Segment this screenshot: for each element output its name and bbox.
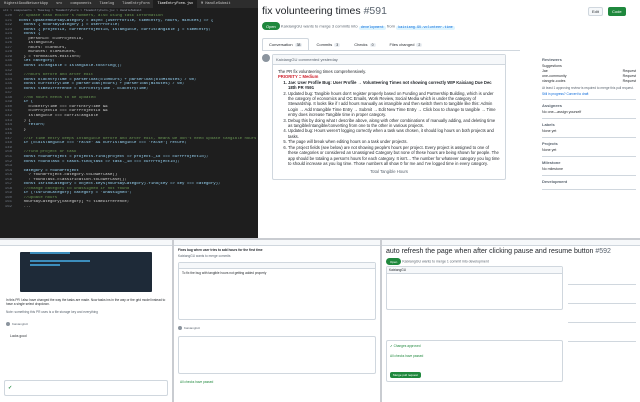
assignees-value[interactable]: No one—assign yourself: [542, 110, 636, 115]
pr-title-text: fix volunteering times: [262, 5, 361, 17]
editor-tab[interactable]: HighestGoodNetworkApp: [0, 0, 52, 8]
bug-list-item: The project fields (see below) are not s…: [288, 145, 500, 167]
avatar[interactable]: [6, 322, 10, 326]
pr-meta: Open KaixiangGU wants to merge 1 commit …: [382, 257, 640, 266]
projects-value: None yet: [542, 148, 557, 152]
avatar[interactable]: [178, 326, 182, 330]
check-icon: ✓: [8, 385, 13, 391]
editor-tab[interactable]: M HandleSubmit: [197, 0, 234, 8]
bug-list-item: Updated bug: Tangible hours don't regist…: [288, 91, 500, 118]
comment-box: To fix the bug with tangible hours not g…: [178, 262, 376, 320]
projects-heading[interactable]: Projects: [542, 141, 636, 146]
development-heading[interactable]: Development: [542, 179, 636, 184]
bug-list-item: Jae: User Profile Bug: User Profile → Vo…: [288, 80, 500, 91]
comment-header: KaixiangGU commented yesterday: [273, 55, 505, 65]
pr-sidebar: Reviewers Suggestions Jae Request one-commu…: [542, 54, 636, 190]
pr-screenshot-panel-left: In this PR I also have changed the way t…: [0, 240, 172, 402]
checks-status: All checks have passed: [180, 380, 214, 384]
editor-tab[interactable]: TimeEntryForm: [118, 0, 153, 8]
comment-box: KaixiangGU: [386, 266, 563, 310]
editor-tab[interactable]: src: [52, 0, 66, 8]
code-button[interactable]: Code: [608, 7, 626, 16]
pr-screenshot-panel-middle: Fixes bug when user tries to add hours f…: [174, 240, 380, 402]
tab-commits[interactable]: Commits 3: [309, 38, 347, 50]
comment-body: The PR fix volunteering times comprehens…: [273, 65, 505, 179]
comment-text: In this PR I also have changed the way t…: [6, 298, 166, 306]
tab-count: 3: [334, 43, 341, 47]
tab-label: Commits: [316, 42, 333, 47]
embedded-screenshot: [20, 252, 152, 292]
review-comment: Looks good: [10, 334, 27, 338]
comment-body: To fix the bug with tangible hours not g…: [182, 271, 267, 275]
tab-label: Files changed: [389, 42, 415, 47]
base-branch[interactable]: development: [358, 25, 386, 30]
tab-files-changed[interactable]: Files changed 2: [383, 38, 430, 50]
labels-value: None yet: [542, 129, 557, 133]
assignees-heading[interactable]: Assignees: [542, 103, 636, 108]
reviewer-row[interactable]: xiangrtz-codes Request: [542, 79, 636, 84]
edit-button[interactable]: Edit: [588, 7, 603, 16]
editor-tab[interactable]: TimeEntryForm.jsx: [153, 0, 198, 8]
commenter-name[interactable]: KaixiangGU: [12, 322, 28, 326]
pr-title: fix volunteering times #591: [262, 5, 387, 17]
review-note: At least 1 approving review is required …: [542, 86, 634, 90]
code-lines[interactable]: // update task editor's numbers, also us…: [14, 14, 257, 210]
bug-list-item: Debug this by doing what I describe abov…: [288, 118, 500, 129]
avatar[interactable]: [262, 54, 270, 62]
line-number-gutter: 120 121 122 123 124 125 126 127 128 129 130 131 132 1…: [0, 14, 14, 210]
line-number: 162: [4, 204, 12, 209]
screenshot-caption: Total Tangible Hours: [370, 169, 408, 175]
merge-box: ✓ Changes approved All checks have passe…: [386, 340, 563, 382]
pr-tabs: Conversation 38 Commits 3 Checks 0 Files chang…: [262, 38, 520, 51]
milestone-value: No milestone: [542, 167, 563, 171]
comment-note: Note: something this PR uses is a file s…: [6, 310, 98, 314]
pr-meta-text: KaixiangGU wants to merge 3 commits into: [280, 23, 358, 29]
pr-title-text: auto refresh the page when after clickin…: [386, 248, 594, 255]
editor-tab-bar: HighestGoodNetworkApp src components Timelo…: [0, 0, 258, 8]
review-status: Changes approved: [393, 344, 421, 348]
reviewers-heading[interactable]: Reviewers: [542, 57, 636, 62]
code-area[interactable]: 120 121 122 123 124 125 126 127 128 129 130 131 132 1…: [0, 14, 258, 210]
pr-number: #592: [595, 248, 611, 255]
convert-to-draft-link[interactable]: Still in progress? Convert to draft: [542, 92, 636, 96]
tab-count: 0: [369, 43, 376, 47]
pr-screenshot-panel-right: auto refresh the page when after clickin…: [382, 240, 640, 402]
pr-meta: KaixiangGU wants to merge commits: [178, 254, 231, 258]
tab-count: 2: [416, 43, 423, 47]
bug-list: Jae: User Profile Bug: User Profile → Vo…: [278, 80, 500, 167]
merge-button[interactable]: Merge pull request: [390, 372, 421, 378]
commenter-name[interactable]: KaixiangGU: [184, 326, 200, 330]
head-branch[interactable]: kaixiang-GU-volunteer-time: [396, 25, 455, 30]
checks-status: All checks have passed: [390, 354, 424, 358]
commenter-name[interactable]: KaixiangGU: [387, 267, 562, 274]
code-line[interactable]: ...: [14, 205, 256, 210]
tab-count: 38: [294, 43, 303, 47]
bug-list-item: Updated bug: Hours weren't logging corre…: [288, 128, 500, 139]
pr-description-comment: KaixiangGU commented yesterday The PR fi…: [272, 54, 506, 180]
pr-meta-text: KaixiangGU wants to merge 1 commit into …: [402, 259, 489, 264]
pr-sidebar: [568, 266, 636, 342]
tab-checks[interactable]: Checks 0: [347, 38, 382, 50]
tab-conversation[interactable]: Conversation 38: [262, 38, 310, 50]
tab-label: Conversation: [269, 42, 293, 47]
code-editor: HighestGoodNetworkApp src components Timelo…: [0, 0, 258, 238]
status-badge: Open: [262, 22, 280, 30]
changes-approved: ✓ Changes approved: [387, 341, 562, 351]
milestone-heading[interactable]: Milestone: [542, 160, 636, 165]
pr-title: auto refresh the page when after clickin…: [382, 246, 640, 257]
editor-tab[interactable]: components: [66, 0, 95, 8]
reviewer-name: xiangrtz-codes: [542, 79, 566, 83]
pr-title: Fixes bug when user tries to add hours f…: [178, 248, 263, 252]
pr-meta: Open KaixiangGU wants to merge 3 commits…: [262, 22, 455, 30]
pull-request-page: fix volunteering times #591 Edit Code Op…: [258, 0, 640, 238]
labels-heading[interactable]: Labels: [542, 122, 636, 127]
request-review-link[interactable]: Request: [623, 79, 636, 84]
tab-label: Checks: [354, 42, 368, 47]
pr-number: #591: [363, 5, 387, 17]
editor-tab[interactable]: Timelog: [95, 0, 118, 8]
status-badge: Open: [386, 258, 402, 265]
pr-meta-from: from: [386, 23, 395, 29]
